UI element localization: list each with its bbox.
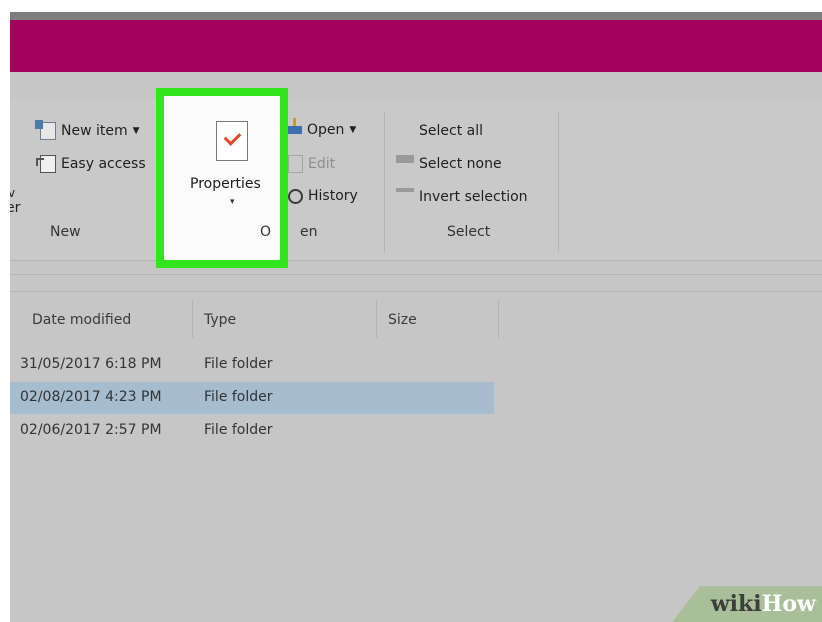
select-none-label: Select none [419, 156, 502, 172]
row-date: 31/05/2017 6:18 PM [20, 356, 162, 372]
properties-label: Properties [190, 176, 261, 192]
column-divider[interactable] [376, 300, 377, 338]
open-label: Open [307, 122, 345, 138]
invert-selection-icon [396, 188, 414, 206]
select-all-icon [396, 122, 414, 140]
row-type: File folder [204, 422, 273, 438]
column-divider[interactable] [192, 300, 193, 338]
new-item-icon [35, 120, 56, 140]
column-divider[interactable] [498, 300, 499, 338]
new-item-label: New item [61, 123, 128, 139]
group-label-select: Select [447, 224, 491, 240]
easy-access-icon [36, 155, 56, 173]
edit-label: Edit [308, 156, 336, 172]
history-icon [288, 188, 303, 204]
divider [10, 291, 822, 292]
wikihow-watermark: wiki How [672, 586, 822, 622]
table-row[interactable]: 31/05/2017 6:18 PM File folder [10, 349, 494, 381]
table-row[interactable]: 02/06/2017 2:57 PM File folder [10, 415, 494, 447]
watermark-part1: wiki [710, 591, 762, 617]
group-separator [384, 112, 385, 252]
column-header-type[interactable]: Type [204, 312, 236, 328]
checkmark-icon [223, 128, 242, 146]
easy-access-button[interactable]: Easy access [36, 155, 146, 173]
select-all-label: Select all [419, 123, 483, 139]
group-label-new: New [50, 224, 81, 240]
new-item-button[interactable]: New item ▼ [35, 120, 140, 140]
group-label-open-fragment-left: O [260, 224, 272, 240]
edit-icon [288, 155, 303, 173]
select-none-button[interactable]: Select none [396, 155, 502, 173]
clipped-label-top: v [10, 186, 16, 200]
properties-icon [216, 121, 248, 161]
row-date: 02/08/2017 4:23 PM [20, 389, 162, 405]
chevron-down-icon: ▼ [132, 126, 140, 136]
column-header-date-modified[interactable]: Date modified [32, 312, 131, 328]
properties-button[interactable]: Properties ▾ O [156, 88, 288, 268]
row-date: 02/06/2017 2:57 PM [20, 422, 162, 438]
group-label-open-fragment: en [300, 224, 318, 240]
explorer-window: v er New item ▼ Easy access New Open ▼ E… [10, 12, 822, 622]
invert-selection-button[interactable]: Invert selection [396, 188, 528, 206]
title-bar [10, 20, 822, 72]
window-top-edge [10, 12, 822, 20]
group-separator [558, 112, 559, 252]
select-all-button[interactable]: Select all [396, 122, 483, 140]
clipped-label-bottom: er [10, 200, 21, 216]
history-button[interactable]: History [288, 188, 358, 204]
row-type: File folder [204, 356, 273, 372]
chevron-down-icon: ▾ [230, 197, 235, 207]
open-icon [288, 118, 302, 134]
row-type: File folder [204, 389, 273, 405]
chevron-down-icon: ▼ [349, 125, 357, 135]
table-row-selected[interactable]: 02/08/2017 4:23 PM File folder [10, 382, 494, 414]
invert-selection-label: Invert selection [419, 189, 528, 205]
easy-access-label: Easy access [61, 156, 146, 172]
column-header-size[interactable]: Size [388, 312, 417, 328]
watermark-part2: How [761, 591, 816, 617]
open-button[interactable]: Open ▼ [288, 118, 357, 138]
divider [10, 274, 822, 275]
edit-button[interactable]: Edit [288, 155, 335, 173]
select-none-icon [396, 155, 414, 173]
history-label: History [308, 188, 358, 204]
